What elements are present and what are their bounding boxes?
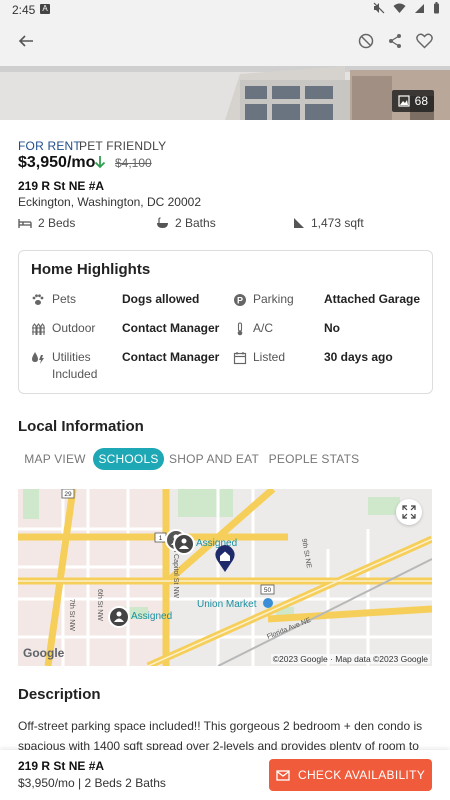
school-icon (114, 611, 124, 622)
tab-schools[interactable]: SCHOOLS (93, 448, 164, 470)
google-logo: Google (23, 646, 65, 660)
route-1-shield: 1 (159, 535, 163, 542)
tab-map-view[interactable]: MAP VIEW (18, 448, 92, 470)
listing-street: 219 R St NE #A (18, 179, 105, 193)
share-button[interactable] (381, 27, 409, 55)
baths-label: 2 Baths (175, 216, 216, 230)
baths-info: 2 Baths (156, 216, 216, 230)
utilities-value: Contact Manager (122, 350, 220, 364)
listing-price: $3,950/mo (18, 154, 96, 171)
photo-count: 68 (414, 94, 428, 108)
outdoor-label: Outdoor (52, 321, 96, 335)
assigned-label-2: Assigned (131, 611, 173, 622)
share-icon (389, 34, 401, 48)
listed-label: Listed (253, 350, 286, 364)
description-line-1: Off-street parking space included!! This… (18, 719, 423, 733)
home-highlights-card: Home Highlights Pets Dogs allowed P Park… (18, 250, 433, 394)
local-info-title: Local Information (18, 418, 144, 435)
street-label-7th: 7th St NW (68, 599, 75, 631)
highlights-title: Home Highlights (31, 261, 151, 278)
building-photo (0, 66, 450, 120)
listing-city-line: Eckington, Washington, DC 20002 (18, 195, 201, 209)
block-icon (358, 33, 374, 49)
paw-icon (32, 294, 44, 305)
listed-value: 30 days ago (324, 350, 393, 364)
price-down-arrow-icon (94, 156, 106, 169)
notification-app-icon: A (40, 4, 50, 14)
previous-price: $4,100 (115, 156, 152, 170)
utilities-icon (32, 352, 44, 364)
assigned-school-marker-1[interactable] (173, 533, 195, 555)
battery-icon (434, 2, 439, 14)
parking-label: Parking (253, 292, 294, 306)
outdoor-value: Contact Manager (122, 321, 220, 335)
sqft-info: 1,473 sqft (293, 216, 364, 230)
school-icon (179, 538, 189, 549)
bottom-action-bar: 219 R St NE #A $3,950/mo | 2 Beds 2 Bath… (0, 750, 450, 800)
image-icon (398, 95, 410, 107)
status-bar: 2:45 A (0, 0, 450, 20)
utilities-label-line1: Utilities (52, 350, 91, 364)
tab-shop-and-eat[interactable]: SHOP AND EAT (167, 448, 261, 470)
wifi-icon (393, 3, 406, 13)
bathtub-icon (157, 216, 168, 228)
photo-count-badge[interactable]: 68 (391, 90, 434, 112)
heart-icon (415, 33, 433, 49)
utilities-label: Utilities Included (52, 349, 97, 383)
hide-listing-button[interactable] (352, 27, 380, 55)
favorite-button[interactable] (410, 27, 438, 55)
pet-friendly-tag: PET FRIENDLY (79, 139, 167, 153)
route-29-shield: 29 (64, 491, 72, 498)
bed-icon (18, 219, 32, 228)
thermometer-icon (237, 322, 243, 336)
map-attribution: ©2023 Google · Map data ©2023 Google (270, 654, 430, 664)
back-arrow-icon (18, 35, 33, 47)
bottom-street: 219 R St NE #A (18, 759, 105, 773)
pets-value: Dogs allowed (122, 292, 200, 306)
route-50-shield: 50 (264, 587, 272, 594)
pets-label: Pets (52, 292, 77, 306)
mute-icon (373, 2, 385, 14)
parking-icon: P (234, 294, 246, 306)
calendar-icon (233, 352, 247, 365)
beds-info: 2 Beds (18, 216, 75, 230)
street-label-6th: 6th St NW (96, 589, 103, 621)
svg-text:P: P (237, 296, 243, 306)
utilities-label-line2: Included (52, 367, 98, 381)
expand-icon (402, 505, 416, 519)
mail-icon (276, 769, 290, 781)
bottom-summary: $3,950/mo | 2 Beds 2 Baths (18, 776, 166, 790)
tab-people-stats[interactable]: PEOPLE STATS (265, 448, 363, 470)
status-time: 2:45 (12, 3, 36, 17)
schools-map[interactable]: North Capitol St NW 7th St NW 6th St NW … (18, 489, 432, 666)
description-title: Description (18, 686, 101, 703)
signal-icon (415, 3, 424, 13)
ac-value: No (324, 321, 340, 335)
assigned-school-marker-2[interactable] (108, 606, 130, 628)
status-icons (373, 2, 440, 14)
parking-value: Attached Garage (324, 292, 421, 306)
top-app-bar (0, 20, 450, 66)
ac-label: A/C (253, 321, 274, 335)
fence-icon (32, 323, 45, 335)
check-availability-button[interactable]: CHECK AVAILABILITY (269, 759, 432, 791)
sqft-label: 1,473 sqft (311, 216, 364, 230)
listing-photo[interactable]: 68 (0, 66, 450, 120)
check-availability-label: CHECK AVAILABILITY (298, 768, 425, 782)
map-canvas: North Capitol St NW 7th St NW 6th St NW … (18, 489, 432, 666)
back-button[interactable] (12, 27, 40, 55)
area-icon (294, 218, 304, 228)
for-rent-tag: FOR RENT (18, 139, 81, 153)
expand-map-button[interactable] (396, 499, 422, 525)
property-location-pin[interactable] (214, 545, 236, 573)
union-market-label: Union Market (197, 599, 257, 610)
beds-label: 2 Beds (38, 216, 76, 230)
